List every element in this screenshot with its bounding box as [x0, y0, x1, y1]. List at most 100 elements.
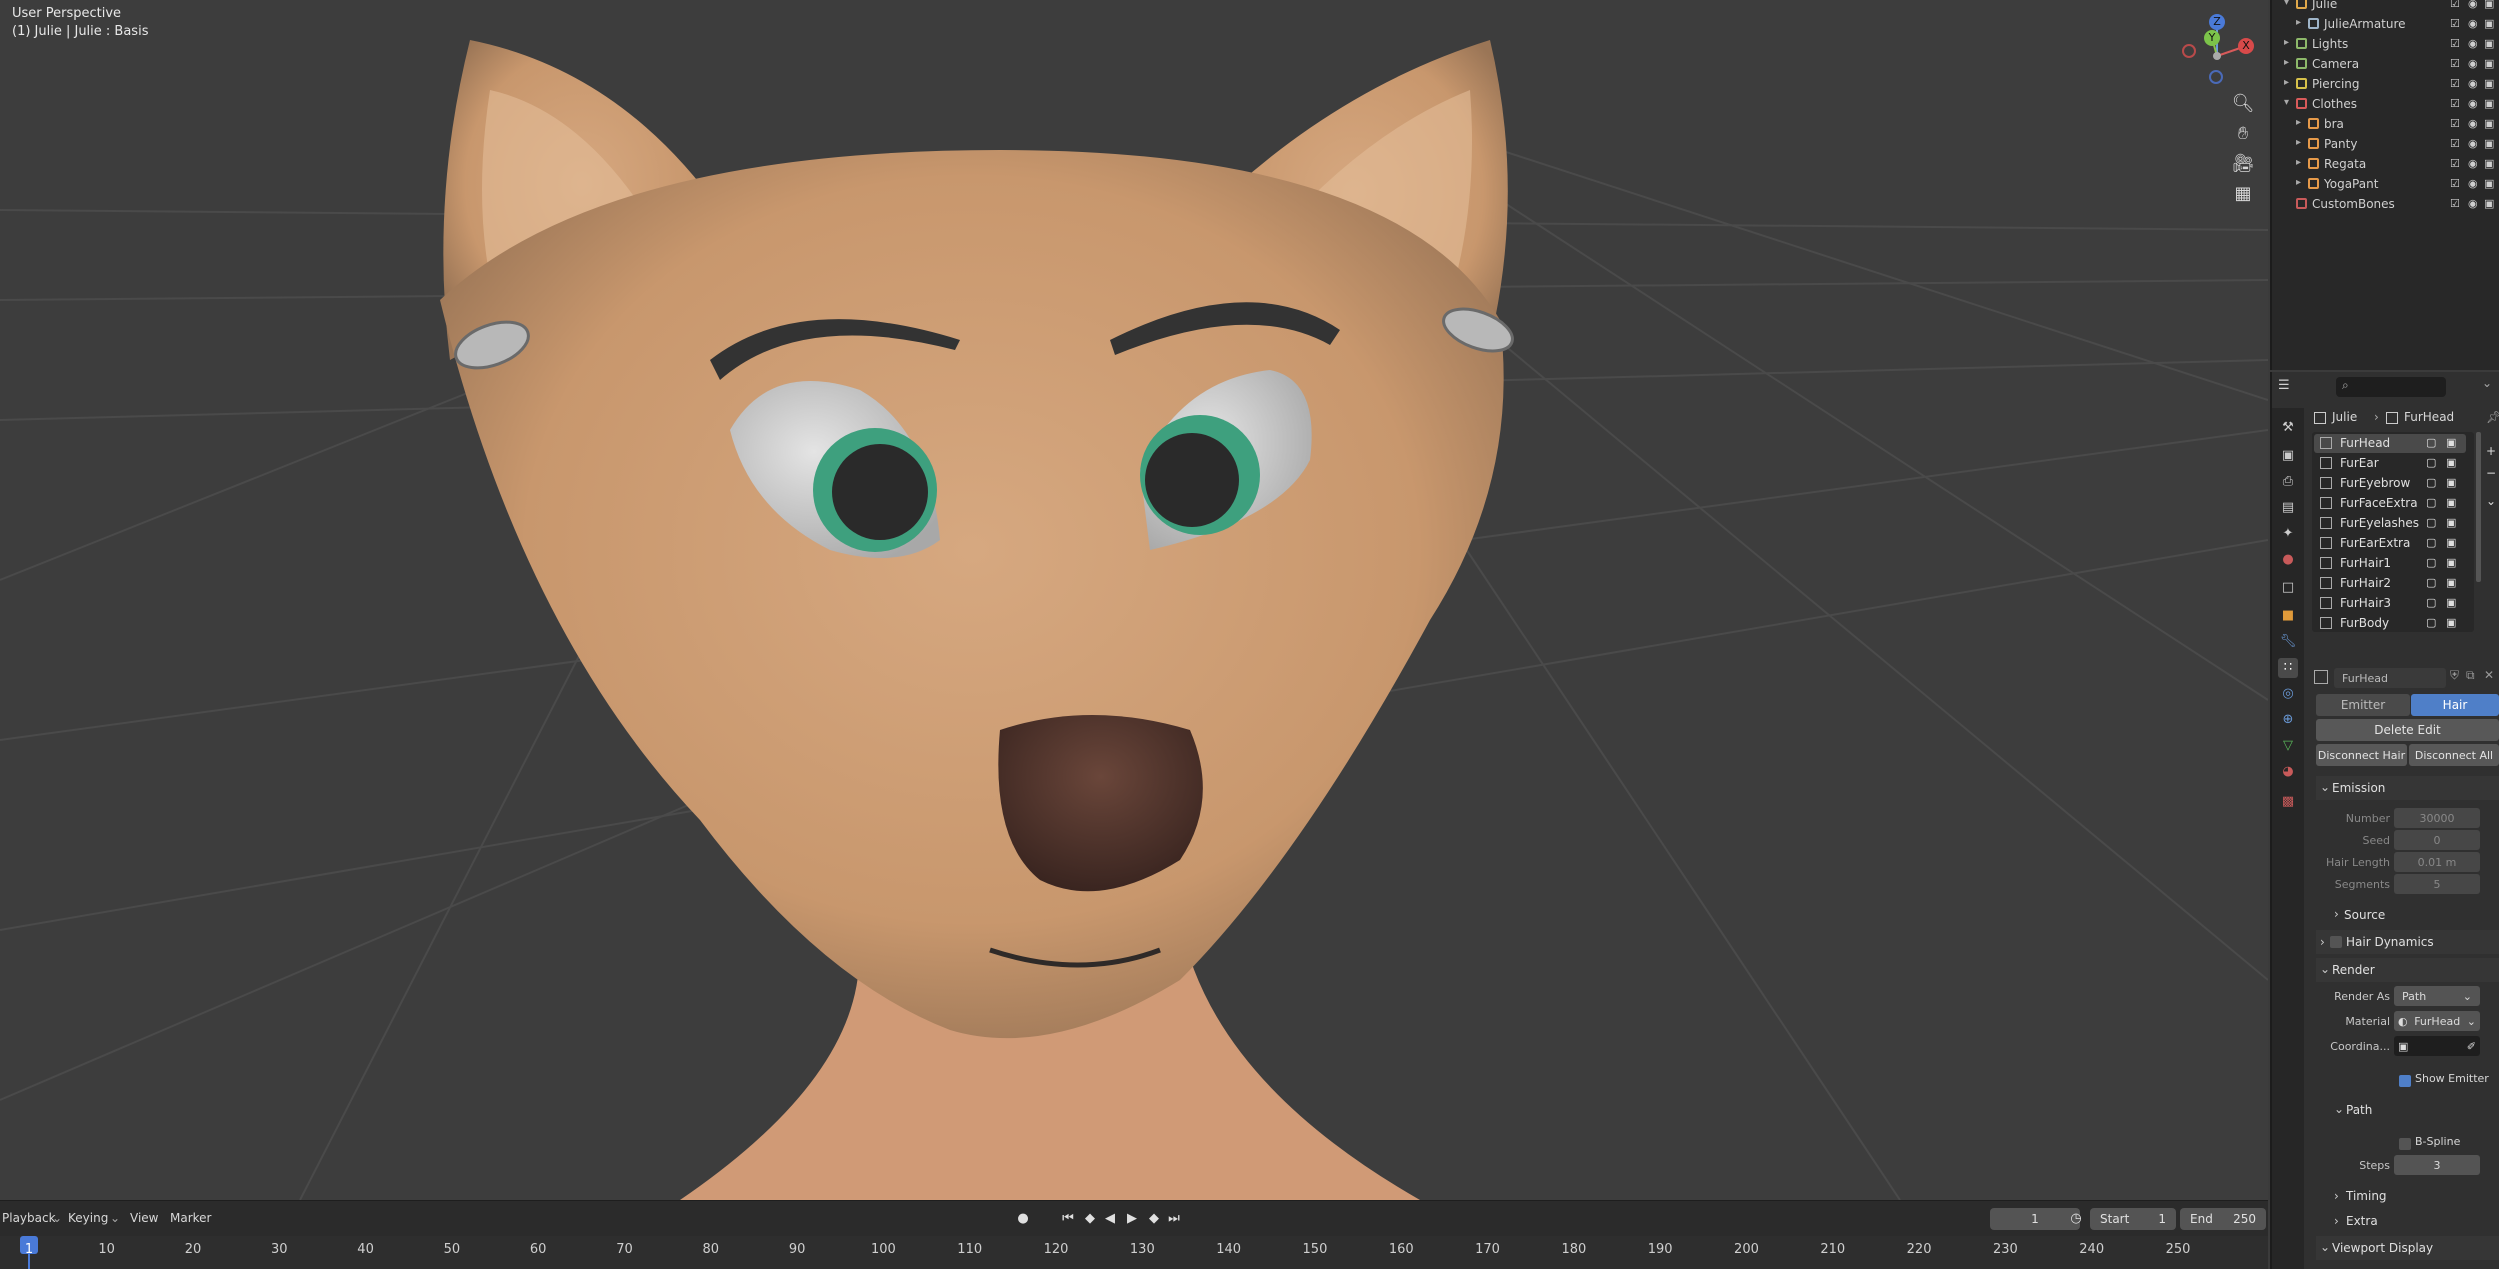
- disconnect-hair-button[interactable]: Disconnect Hair: [2316, 744, 2407, 766]
- list-specials-chevron-icon[interactable]: ⌄: [2486, 494, 2496, 508]
- render-as-dropdown[interactable]: Path ⌄: [2394, 986, 2480, 1006]
- render-camera-icon[interactable]: ▣: [2484, 197, 2494, 210]
- visibility-eye-icon[interactable]: ◉: [2468, 37, 2478, 50]
- show-render-icon[interactable]: ▣: [2446, 576, 2456, 589]
- outliner-expand-icon[interactable]: ▸: [2284, 77, 2289, 88]
- visibility-eye-icon[interactable]: ◉: [2468, 57, 2478, 70]
- outliner-row[interactable]: ▸ Camera ☑ ◉ ▣: [2272, 54, 2499, 74]
- modifier-tab-icon[interactable]: 🔧︎: [2278, 632, 2298, 652]
- outliner-expand-icon[interactable]: ▸: [2296, 157, 2301, 168]
- constraints-tab-icon[interactable]: ⊕: [2278, 710, 2298, 730]
- tool-tab-icon[interactable]: ⚒: [2278, 418, 2298, 438]
- outliner-row[interactable]: ▸ bra ☑ ◉ ▣: [2272, 114, 2499, 134]
- outliner-row[interactable]: ▸ JulieArmature ☑ ◉ ▣: [2272, 14, 2499, 34]
- particle-system-item[interactable]: FurHair2 ▢ ▣: [2314, 574, 2466, 593]
- path-subpanel-header[interactable]: ⌄ Path: [2316, 1098, 2499, 1122]
- outliner-row[interactable]: ▸ Regata ☑ ◉ ▣: [2272, 154, 2499, 174]
- options-chevron-icon[interactable]: ⌄: [2482, 376, 2492, 390]
- show-render-icon[interactable]: ▣: [2446, 436, 2456, 449]
- show-viewport-icon[interactable]: ▢: [2426, 476, 2436, 489]
- extra-subpanel-header[interactable]: › Extra: [2316, 1209, 2499, 1233]
- show-render-icon[interactable]: ▣: [2446, 536, 2456, 549]
- particle-settings-name[interactable]: FurHead: [2334, 668, 2446, 688]
- seed-field[interactable]: 0: [2394, 830, 2480, 850]
- material-dropdown[interactable]: ◐ FurHead ⌄: [2394, 1011, 2480, 1031]
- outliner[interactable]: ▾ Julie ☑ ◉ ▣ ▸ JulieArmature ☑ ◉ ▣ ▸ Lights ☑ ◉ ▣ ▸ Cam…: [2270, 0, 2499, 370]
- gizmo-x-axis[interactable]: X: [2238, 38, 2254, 54]
- render-tab-icon[interactable]: ▣: [2278, 446, 2298, 466]
- hand-pan-icon[interactable]: ✋︎: [2228, 118, 2258, 148]
- exclude-checkbox[interactable]: ☑: [2450, 97, 2460, 110]
- particle-system-item[interactable]: FurHead ▢ ▣: [2314, 434, 2466, 453]
- clock-icon[interactable]: ◷: [2066, 1209, 2086, 1229]
- hair-length-field[interactable]: 0.01 m: [2394, 852, 2480, 872]
- particle-system-item[interactable]: FurEarExtra ▢ ▣: [2314, 534, 2466, 553]
- prev-keyframe-icon[interactable]: ◆: [1080, 1209, 1100, 1229]
- jump-end-icon[interactable]: ⏭: [1164, 1209, 1184, 1229]
- exclude-checkbox[interactable]: ☑: [2450, 157, 2460, 170]
- material-tab-icon[interactable]: ◕: [2278, 762, 2298, 782]
- editor-type-icon[interactable]: ☰: [2278, 378, 2302, 398]
- visibility-eye-icon[interactable]: ◉: [2468, 0, 2478, 10]
- hair-tab[interactable]: Hair: [2411, 694, 2499, 716]
- render-camera-icon[interactable]: ▣: [2484, 57, 2494, 70]
- fake-user-icon[interactable]: ⛨: [2450, 668, 2459, 683]
- collection-tab-icon[interactable]: □: [2278, 578, 2298, 598]
- steps-field[interactable]: 3: [2394, 1155, 2480, 1175]
- play-reverse-icon[interactable]: ◀: [1100, 1209, 1120, 1229]
- particle-system-item[interactable]: FurBody ▢ ▣: [2314, 614, 2466, 633]
- outliner-row[interactable]: ▸ Panty ☑ ◉ ▣: [2272, 134, 2499, 154]
- show-render-icon[interactable]: ▣: [2446, 496, 2456, 509]
- outliner-expand-icon[interactable]: ▸: [2296, 177, 2301, 188]
- visibility-eye-icon[interactable]: ◉: [2468, 17, 2478, 30]
- outliner-row[interactable]: ▾ Julie ☑ ◉ ▣: [2272, 0, 2499, 14]
- output-tab-icon[interactable]: ⎙: [2278, 472, 2298, 492]
- delete-edit-button[interactable]: Delete Edit: [2316, 719, 2499, 741]
- play-icon[interactable]: ▶: [1122, 1209, 1142, 1229]
- outliner-expand-icon[interactable]: ▸: [2296, 137, 2301, 148]
- remove-particle-system-button[interactable]: −: [2486, 466, 2496, 480]
- visibility-eye-icon[interactable]: ◉: [2468, 197, 2478, 210]
- next-keyframe-icon[interactable]: ◆: [1144, 1209, 1164, 1229]
- list-scrollbar[interactable]: [2476, 432, 2481, 582]
- render-camera-icon[interactable]: ▣: [2484, 17, 2494, 30]
- visibility-eye-icon[interactable]: ◉: [2468, 97, 2478, 110]
- exclude-checkbox[interactable]: ☑: [2450, 177, 2460, 190]
- outliner-row[interactable]: ▾ Clothes ☑ ◉ ▣: [2272, 94, 2499, 114]
- texture-tab-icon[interactable]: ▩: [2278, 792, 2298, 812]
- particle-system-item[interactable]: FurEyelashes ▢ ▣: [2314, 514, 2466, 533]
- visibility-eye-icon[interactable]: ◉: [2468, 177, 2478, 190]
- 3d-viewport[interactable]: User Perspective (1) Julie | Julie : Bas…: [0, 0, 2268, 1200]
- particle-system-item[interactable]: FurEyebrow ▢ ▣: [2314, 474, 2466, 493]
- render-panel-header[interactable]: ⌄ Render: [2316, 958, 2499, 982]
- show-viewport-icon[interactable]: ▢: [2426, 596, 2436, 609]
- particle-system-item[interactable]: FurHair3 ▢ ▣: [2314, 594, 2466, 613]
- render-camera-icon[interactable]: ▣: [2484, 77, 2494, 90]
- show-viewport-icon[interactable]: ▢: [2426, 456, 2436, 469]
- gizmo-neg-x[interactable]: [2182, 44, 2196, 58]
- viewport-display-panel-header[interactable]: ⌄ Viewport Display: [2316, 1236, 2499, 1260]
- show-viewport-icon[interactable]: ▢: [2426, 616, 2436, 629]
- view-layer-tab-icon[interactable]: ▤: [2278, 498, 2298, 518]
- hair-dynamics-panel-header[interactable]: › Hair Dynamics: [2316, 930, 2499, 954]
- playback-menu[interactable]: Playback: [2, 1211, 56, 1225]
- object-tab-icon[interactable]: ■: [2278, 606, 2298, 626]
- particle-system-item[interactable]: FurFaceExtra ▢ ▣: [2314, 494, 2466, 513]
- grid-ortho-icon[interactable]: ▦: [2228, 178, 2258, 208]
- gizmo-y-axis[interactable]: Y: [2204, 30, 2220, 46]
- visibility-eye-icon[interactable]: ◉: [2468, 77, 2478, 90]
- exclude-checkbox[interactable]: ☑: [2450, 57, 2460, 70]
- exclude-checkbox[interactable]: ☑: [2450, 37, 2460, 50]
- disconnect-all-button[interactable]: Disconnect All: [2409, 744, 2499, 766]
- hair-dynamics-checkbox[interactable]: [2330, 936, 2342, 948]
- render-camera-icon[interactable]: ▣: [2484, 37, 2494, 50]
- exclude-checkbox[interactable]: ☑: [2450, 17, 2460, 30]
- particle-system-item[interactable]: FurEar ▢ ▣: [2314, 454, 2466, 473]
- gizmo-neg-z[interactable]: [2209, 70, 2223, 84]
- keying-menu[interactable]: Keying: [68, 1211, 108, 1225]
- zoom-icon[interactable]: 🔍︎: [2228, 88, 2258, 118]
- exclude-checkbox[interactable]: ☑: [2450, 197, 2460, 210]
- segments-field[interactable]: 5: [2394, 874, 2480, 894]
- navigation-gizmo[interactable]: Z X Y: [2172, 8, 2262, 88]
- outliner-row[interactable]: ▸ YogaPant ☑ ◉ ▣: [2272, 174, 2499, 194]
